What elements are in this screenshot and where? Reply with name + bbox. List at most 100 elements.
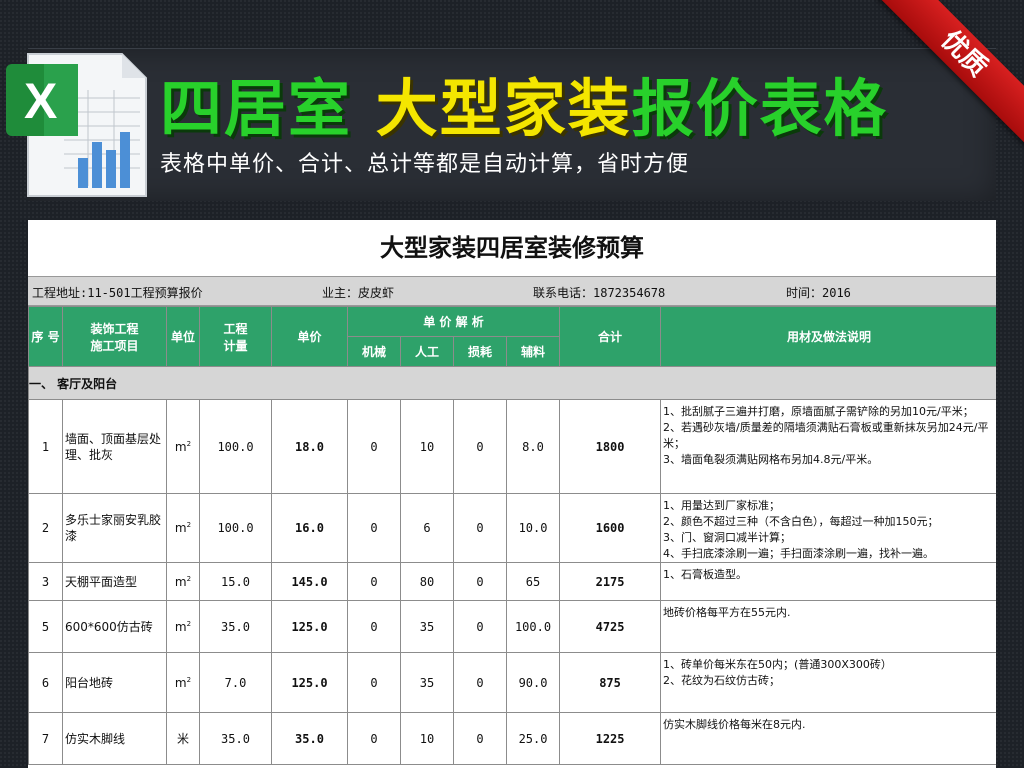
- cell-qty[interactable]: 35.0: [199, 600, 272, 653]
- cell-unit[interactable]: m2: [166, 562, 200, 601]
- cell-qty[interactable]: 7.0: [199, 652, 272, 713]
- cell-seq[interactable]: 2: [28, 493, 63, 563]
- cell-loss[interactable]: 0: [453, 399, 507, 494]
- note-line: 2、颜色不超过三种（不含白色），每超过一种加150元；: [663, 515, 939, 528]
- header-labor: 人工: [400, 336, 454, 367]
- note-line: 2、若遇砂灰墙/质量差的隔墙须满贴石膏板或重新抹灰另加24元/平米；: [663, 421, 989, 450]
- cell-machine[interactable]: 0: [347, 712, 401, 765]
- header-item-line1: 装饰工程: [90, 321, 139, 336]
- cell-notes[interactable]: 1、石膏板造型。: [660, 562, 996, 601]
- cell-aux[interactable]: 65: [505, 562, 561, 601]
- cell-loss[interactable]: 0: [453, 493, 507, 563]
- cell-loss[interactable]: 0: [453, 600, 507, 653]
- cell-qty[interactable]: 100.0: [199, 399, 272, 494]
- spreadsheet: 大型家装四居室装修预算 工程地址:11-501工程预算报价 业主：皮皮虾 联系电…: [28, 220, 996, 768]
- table-row[interactable]: 5 600*600仿古砖 m2 35.0 125.0 0 35 0 100.0 …: [28, 600, 996, 653]
- section-label: 一、 客厅及阳台: [28, 366, 996, 400]
- cell-item[interactable]: 阳台地砖: [62, 652, 167, 713]
- cell-qty[interactable]: 100.0: [199, 493, 272, 563]
- cell-machine[interactable]: 0: [347, 600, 401, 653]
- note-line: 地砖价格每平方在55元内.: [663, 606, 791, 619]
- table-row[interactable]: 1 墙面、顶面基层处理、批灰 m2 100.0 18.0 0 10 0 8.0 …: [28, 399, 996, 494]
- cell-loss[interactable]: 0: [453, 712, 507, 765]
- contact-phone: 联系电话：1872354678: [533, 286, 666, 300]
- cell-item[interactable]: 天棚平面造型: [62, 562, 167, 601]
- cell-labor[interactable]: 80: [400, 562, 454, 601]
- note-line: 2、花纹为石纹仿古砖；: [663, 674, 781, 687]
- cell-notes[interactable]: 仿实木脚线价格每米在8元内.: [660, 712, 996, 765]
- cell-unit[interactable]: m2: [166, 652, 200, 713]
- cell-notes[interactable]: 地砖价格每平方在55元内.: [660, 600, 996, 653]
- cell-item[interactable]: 仿实木脚线: [62, 712, 167, 765]
- cell-loss[interactable]: 0: [453, 652, 507, 713]
- excel-icon: X: [6, 53, 147, 197]
- table-row[interactable]: 3 天棚平面造型 m2 15.0 145.0 0 80 0 65 2175 1、…: [28, 562, 996, 601]
- cell-price[interactable]: 35.0: [271, 712, 348, 765]
- unit-text: m: [174, 574, 187, 589]
- cell-labor[interactable]: 6: [400, 493, 454, 563]
- cell-unit[interactable]: m2: [166, 600, 200, 653]
- sheet-title: 大型家装四居室装修预算: [28, 220, 996, 277]
- note-line: 4、手扫底漆涂刷一遍；手扫面漆涂刷一遍，找补一遍。: [663, 547, 935, 560]
- cell-item[interactable]: 600*600仿古砖: [62, 600, 167, 653]
- cell-labor[interactable]: 35: [400, 652, 454, 713]
- cell-notes[interactable]: 1、用量达到厂家标准； 2、颜色不超过三种（不含白色），每超过一种加150元； …: [660, 493, 996, 563]
- banner-title-part2: 大型家装: [375, 72, 632, 145]
- header-item: 装饰工程 施工项目: [62, 306, 167, 367]
- unit-text: m: [174, 521, 187, 535]
- cell-labor[interactable]: 35: [400, 600, 454, 653]
- cell-labor[interactable]: 10: [400, 399, 454, 494]
- cell-price[interactable]: 18.0: [271, 399, 348, 494]
- cell-qty[interactable]: 35.0: [199, 712, 272, 765]
- banner-title: 四居室 大型家装报价表格: [160, 58, 888, 145]
- cell-price[interactable]: 16.0: [271, 493, 348, 563]
- cell-item[interactable]: 墙面、顶面基层处理、批灰: [62, 399, 167, 494]
- header-aux: 辅料: [505, 336, 561, 367]
- quote-time: 时间：2016: [786, 286, 851, 300]
- cell-unit[interactable]: m2: [166, 399, 200, 494]
- cell-total[interactable]: 2175: [559, 562, 662, 601]
- cell-notes[interactable]: 1、砖单价每米东在50内；(普通300X300砖） 2、花纹为石纹仿古砖；: [660, 652, 996, 713]
- cell-total[interactable]: 1225: [559, 712, 662, 765]
- cell-unit[interactable]: m2: [166, 493, 200, 563]
- cell-total[interactable]: 1600: [559, 493, 662, 563]
- cell-unit[interactable]: 米: [166, 712, 200, 765]
- note-line: 1、砖单价每米东在50内；(普通300X300砖）: [663, 658, 892, 671]
- cell-labor[interactable]: 10: [400, 712, 454, 765]
- cell-aux[interactable]: 100.0: [505, 600, 561, 653]
- header-qty: 工程 计量: [199, 306, 272, 367]
- cell-seq[interactable]: 7: [28, 712, 63, 765]
- cell-seq[interactable]: 5: [28, 600, 63, 653]
- cell-loss[interactable]: 0: [453, 562, 507, 601]
- cell-aux[interactable]: 10.0: [505, 493, 561, 563]
- unit-sup: 2: [186, 619, 192, 628]
- cell-machine[interactable]: 0: [347, 652, 401, 713]
- cell-aux[interactable]: 8.0: [505, 399, 561, 494]
- cell-total[interactable]: 1800: [559, 399, 662, 494]
- cell-seq[interactable]: 1: [28, 399, 63, 494]
- header-price: 单价: [271, 306, 348, 367]
- cell-seq[interactable]: 6: [28, 652, 63, 713]
- cell-total[interactable]: 875: [559, 652, 662, 713]
- cell-machine[interactable]: 0: [347, 399, 401, 494]
- cell-total[interactable]: 4725: [559, 600, 662, 653]
- cell-aux[interactable]: 25.0: [505, 712, 561, 765]
- project-address: 工程地址:11-501工程预算报价: [32, 286, 203, 300]
- cell-price[interactable]: 125.0: [271, 600, 348, 653]
- cell-price[interactable]: 145.0: [271, 562, 348, 601]
- header-total: 合计: [559, 306, 662, 367]
- header-breakdown: 单 价 解 析: [346, 306, 561, 337]
- table-row[interactable]: 6 阳台地砖 m2 7.0 125.0 0 35 0 90.0 875 1、砖单…: [28, 652, 996, 713]
- cell-seq[interactable]: 3: [28, 562, 63, 601]
- table-row[interactable]: 2 多乐士家丽安乳胶漆 m2 100.0 16.0 0 6 0 10.0 160…: [28, 493, 996, 563]
- cell-aux[interactable]: 90.0: [505, 652, 561, 713]
- unit-sup: 2: [186, 675, 192, 684]
- cell-price[interactable]: 125.0: [271, 652, 348, 713]
- cell-machine[interactable]: 0: [347, 493, 401, 563]
- table-row[interactable]: 7 仿实木脚线 米 35.0 35.0 0 10 0 25.0 1225 仿实木…: [28, 712, 996, 765]
- cell-item[interactable]: 多乐士家丽安乳胶漆: [62, 493, 167, 563]
- cell-machine[interactable]: 0: [347, 562, 401, 601]
- header-notes: 用材及做法说明: [660, 306, 996, 367]
- cell-qty[interactable]: 15.0: [199, 562, 272, 601]
- cell-notes[interactable]: 1、批刮腻子三遍并打磨，原墙面腻子需铲除的另加10元/平米； 2、若遇砂灰墙/质…: [660, 399, 996, 494]
